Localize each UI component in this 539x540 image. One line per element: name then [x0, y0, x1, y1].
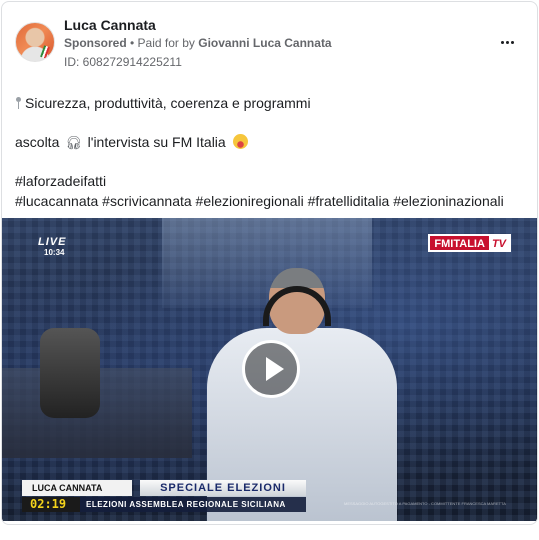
post-header: Luca Cannata Sponsored • Paid for by Gio…: [2, 2, 537, 82]
lower-third-title: SPECIALE ELEZIONI: [140, 480, 306, 496]
ad-id: ID: 608272914225211: [64, 55, 182, 69]
play-icon[interactable]: [242, 340, 300, 398]
lower-third-subtitle: ELEZIONI ASSEMBLEA REGIONALE SICILIANA: [80, 497, 306, 512]
sponsored-label: Sponsored: [64, 36, 127, 50]
text-line-1-content: Sicurezza, produttività, coerenza e prog…: [25, 95, 311, 111]
live-time: 10:34: [44, 248, 65, 257]
live-badge: LIVE: [38, 236, 67, 248]
video-player[interactable]: LIVE 10:34 FMITALIA TV LUCA CANNATA SPEC…: [2, 218, 537, 521]
ad-post-card: Luca Cannata Sponsored • Paid for by Gio…: [1, 1, 538, 525]
hashtag-line-1[interactable]: #laforzadeifatti: [15, 171, 106, 191]
more-options-icon-dot: [510, 40, 514, 44]
lower-third-name: LUCA CANNATA: [22, 480, 132, 496]
text-line-2-before: ascolta: [15, 134, 60, 150]
meta-separator: •: [126, 36, 138, 50]
pushpin-icon: [15, 97, 22, 109]
more-options-icon: [500, 40, 504, 44]
page-avatar[interactable]: [15, 22, 55, 62]
flag-icon: [40, 45, 50, 59]
lower-third: LUCA CANNATA SPECIALE ELEZIONI 02:19 ELE…: [22, 480, 532, 512]
channel-logo: FMITALIA TV: [428, 234, 511, 252]
channel-logo-tv: TV: [488, 236, 509, 250]
grinning-face-icon: [232, 134, 248, 149]
lower-third-disclaimer: MESSAGGIO AUTOGESTITO A PAGAMENTO - COMM…: [344, 501, 506, 506]
channel-logo-fm: FMITALIA: [430, 236, 489, 250]
text-line-2-after: l'intervista su FM Italia: [87, 134, 226, 150]
microphone-icon: [40, 328, 100, 418]
hashtag-line-2[interactable]: #lucacannata #scrivicannata #elezionireg…: [15, 191, 504, 211]
text-line-1: Sicurezza, produttività, coerenza e prog…: [15, 93, 311, 113]
page-name[interactable]: Luca Cannata: [64, 17, 156, 33]
sponsored-meta: Sponsored • Paid for by Giovanni Luca Ca…: [64, 36, 332, 50]
paid-for-prefix: Paid for by: [137, 36, 199, 50]
headphones-icon: 🎧︎: [65, 135, 82, 150]
text-line-2: ascolta 🎧︎ l'intervista su FM Italia: [15, 132, 248, 153]
more-options-button[interactable]: [497, 32, 517, 52]
lower-third-clock: 02:19: [22, 497, 80, 512]
more-options-icon-dot: [505, 40, 509, 44]
payer-name: Giovanni Luca Cannata: [198, 36, 332, 50]
